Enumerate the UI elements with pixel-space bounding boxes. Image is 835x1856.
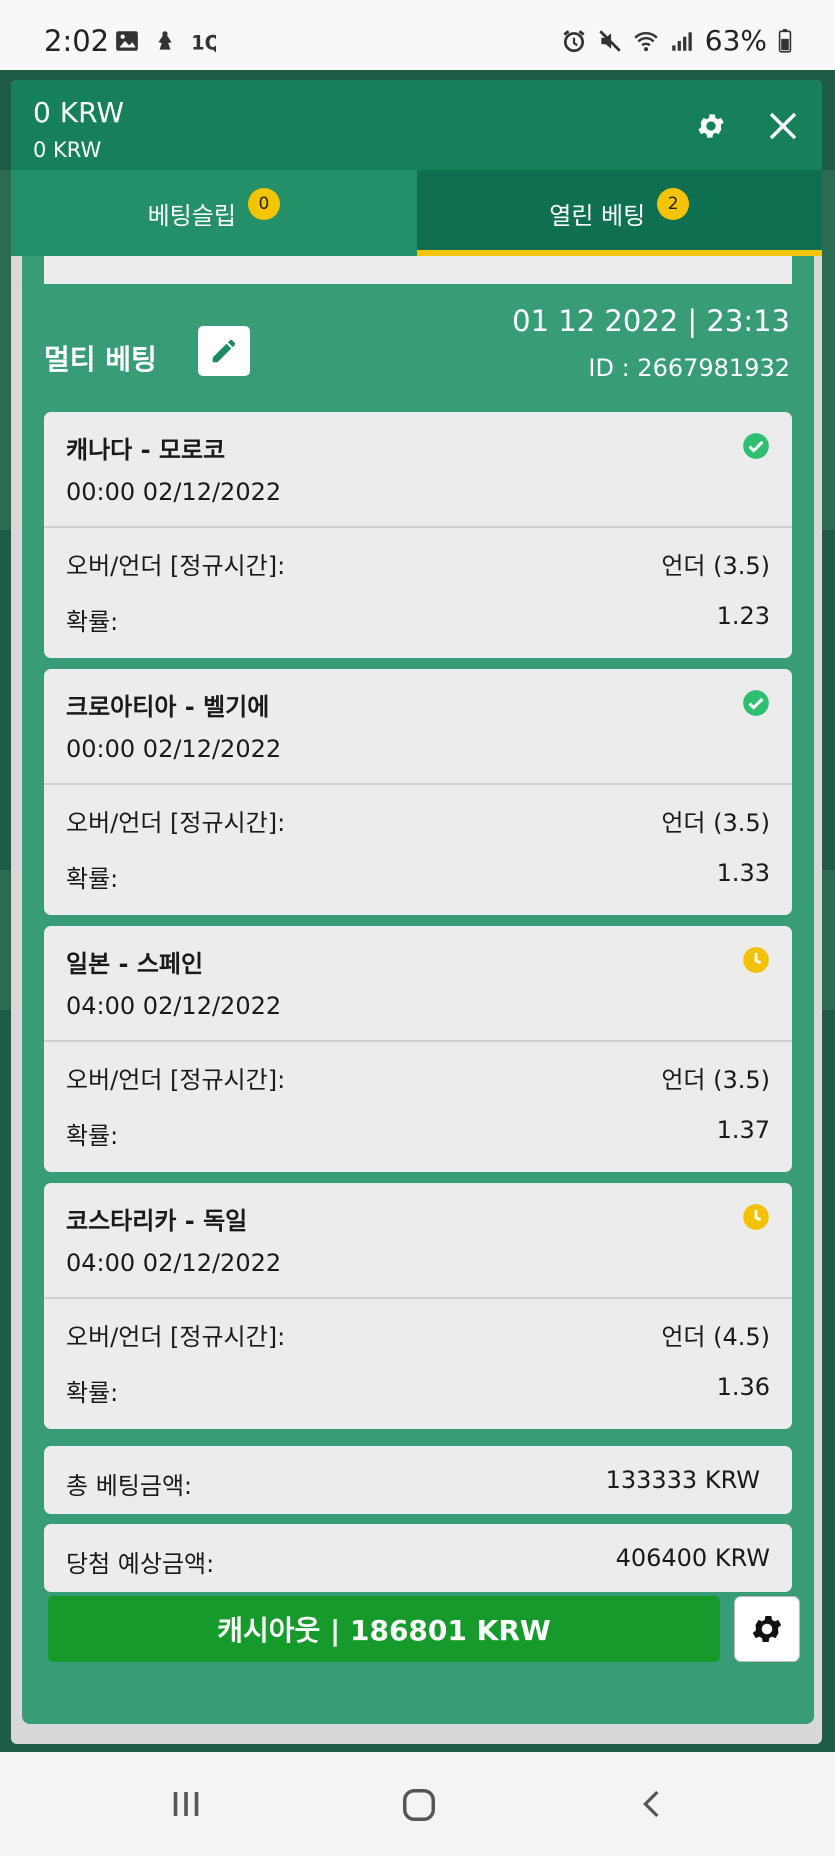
mute-icon [599,29,621,52]
bet-id: ID : 2667981932 [588,354,790,382]
selection-kickoff: 00:00 02/12/2022 [66,735,282,763]
total-stake-label: 총 베팅금액: [66,1472,193,1500]
selection-card: 일본 - 스페인 04:00 02/12/2022 오버/언더 [정규시간]: … [44,926,792,1172]
gear-icon [752,1615,782,1643]
selection-card: 코스타리카 - 독일 04:00 02/12/2022 오버/언더 [정규시간]… [44,1183,792,1429]
app-1q-icon: 1Q [191,32,216,54]
balance-amount: 0 KRW [33,96,125,129]
pencil-icon [212,339,236,363]
betslip-tabs: 베팅슬립 0 열린 베팅 2 [11,170,822,256]
alarm-icon [563,29,585,52]
selection-market-label: 오버/언더 [정규시간]: [66,809,286,837]
tab-open-bets-label: 열린 베팅 [549,201,646,230]
selection-market-label: 오버/언더 [정규시간]: [66,1323,286,1351]
recent-apps-icon[interactable] [168,1786,204,1822]
divider [44,1040,792,1042]
home-icon[interactable] [400,1786,438,1824]
selection-match: 코스타리카 - 독일 [66,1207,248,1235]
selection-kickoff: 04:00 02/12/2022 [66,1249,282,1277]
selection-odds: 1.37 [716,1116,770,1144]
selection-market-value: 언더 (4.5) [661,1323,770,1351]
gallery-icon [116,31,138,51]
selection-match: 캐나다 - 모로코 [66,436,226,464]
divider [44,526,792,528]
total-stake-value: 133333 KRW [605,1466,760,1494]
check-circle-icon [743,433,769,459]
cashout-settings-button[interactable] [734,1596,800,1662]
selection-odds-label: 확률: [66,1122,119,1150]
tab-open-bets[interactable]: 열린 베팅 2 [416,170,822,256]
selection-match: 크로아티아 - 벨기에 [66,693,270,721]
selection-odds: 1.33 [716,859,770,887]
settings-gear-icon[interactable] [695,110,727,142]
divider [44,1297,792,1299]
back-icon[interactable] [636,1786,668,1822]
cashout-button[interactable]: 캐시아웃 | 186801 KRW [48,1596,720,1662]
selection-kickoff: 00:00 02/12/2022 [66,478,282,506]
tab-betslip-badge: 0 [247,188,280,220]
tab-betslip-label: 베팅슬립 [147,201,236,230]
tab-betslip[interactable]: 베팅슬립 0 [11,170,417,256]
clock-icon [743,947,769,973]
selection-odds-label: 확률: [66,608,119,636]
bet-type-title: 멀티 베팅 [44,343,157,376]
selection-market-value: 언더 (3.5) [661,809,770,837]
selection-odds: 1.23 [716,602,770,630]
selection-kickoff: 04:00 02/12/2022 [66,992,282,1020]
selection-odds-label: 확률: [66,865,119,893]
total-stake-row: 총 베팅금액: 133333 KRW [44,1446,792,1514]
multi-bet-card: 01 12 2022 | 23:13 ID : 2667981932 멀티 베팅… [22,284,814,1724]
balance-sub-amount: 0 KRW [33,138,102,162]
selection-market-label: 오버/언더 [정규시간]: [66,552,286,580]
potential-win-label: 당첨 예상금액: [66,1550,215,1578]
selection-market-value: 언더 (3.5) [661,1066,770,1094]
edit-bet-button[interactable] [198,326,250,376]
clock-icon [743,1204,769,1230]
bet-datetime: 01 12 2022 | 23:13 [512,304,790,338]
signal-icon [672,31,692,51]
svg-text:1Q: 1Q [191,32,216,54]
potential-win-row: 당첨 예상금액: 406400 KRW [44,1524,792,1592]
app-notification-icon [158,31,172,50]
navigation-bar [0,1752,835,1856]
status-time: 2:02 [44,24,110,58]
selection-odds-label: 확률: [66,1379,119,1407]
selection-match: 일본 - 스페인 [66,950,204,978]
selection-card: 크로아티아 - 벨기에 00:00 02/12/2022 오버/언더 [정규시간… [44,669,792,915]
potential-win-value: 406400 KRW [615,1544,770,1572]
divider [44,783,792,785]
battery-icon [778,28,792,53]
panel-header: 0 KRW 0 KRW [11,80,822,170]
selection-market-value: 언더 (3.5) [661,552,770,580]
close-icon[interactable] [767,110,799,142]
tab-open-bets-badge: 2 [657,188,690,220]
selection-card: 캐나다 - 모로코 00:00 02/12/2022 오버/언더 [정규시간]:… [44,412,792,658]
check-circle-icon [743,690,769,716]
battery-percent: 63% [704,24,767,57]
wifi-icon [634,31,658,51]
selection-odds: 1.36 [716,1373,770,1401]
selection-market-label: 오버/언더 [정규시간]: [66,1066,286,1094]
betslip-panel: 0 KRW 0 KRW 베팅슬립 0 열린 베팅 2 01 12 2022 | … [11,80,822,1744]
